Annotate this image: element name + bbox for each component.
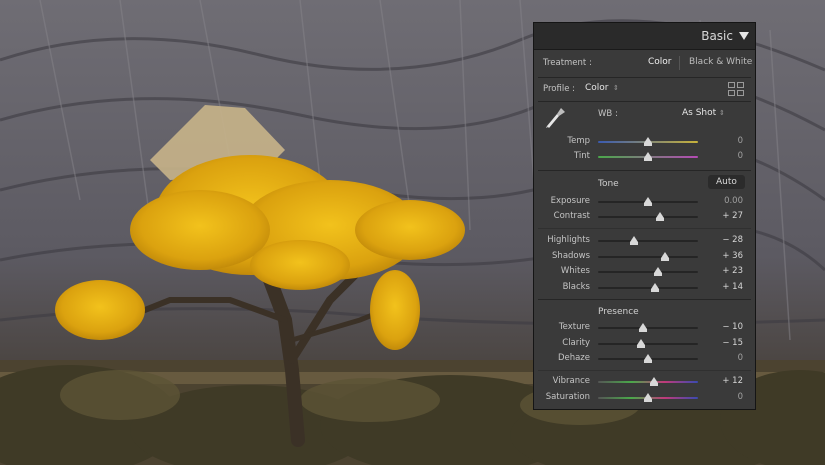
tint-slider-track[interactable] [598, 152, 698, 161]
profile-label: Profile : [543, 84, 575, 94]
dehaze-slider-track[interactable] [598, 354, 698, 363]
slider-value[interactable]: + 23 [722, 266, 743, 276]
slider-row-shadows: Shadows + 36 [534, 250, 755, 264]
slider-row-dehaze: Dehaze 0 [534, 352, 755, 366]
collapse-triangle-icon[interactable] [739, 32, 749, 40]
wb-label: WB : [598, 109, 618, 119]
slider-value[interactable]: 0 [738, 392, 743, 402]
divider [538, 228, 751, 229]
slider-label: Highlights [547, 235, 590, 245]
slider-row-texture: Texture − 10 [534, 321, 755, 335]
slider-value[interactable]: + 27 [722, 211, 743, 221]
slider-label: Shadows [552, 251, 590, 261]
panel-header[interactable]: Basic [534, 23, 755, 50]
divider [538, 77, 751, 78]
treatment-bw-button[interactable]: Black & White [689, 57, 752, 67]
slider-row-blacks: Blacks + 14 [534, 281, 755, 295]
presence-section-title: Presence [598, 307, 639, 317]
saturation-slider-track[interactable] [598, 393, 698, 402]
slider-row-whites: Whites + 23 [534, 265, 755, 279]
slider-label: Texture [558, 322, 590, 332]
slider-label: Vibrance [552, 376, 590, 386]
slider-thumb[interactable] [644, 393, 652, 402]
blacks-slider-track[interactable] [598, 283, 698, 292]
slider-value[interactable]: 0 [738, 151, 743, 161]
slider-row-tint: Tint 0 [534, 150, 755, 164]
slider-row-clarity: Clarity − 15 [534, 337, 755, 351]
slider-value[interactable]: − 15 [722, 338, 743, 348]
wb-row: WB : As Shot ⇕ [534, 105, 755, 131]
slider-row-highlights: Highlights − 28 [534, 234, 755, 248]
exposure-slider-track[interactable] [598, 197, 698, 206]
slider-row-contrast: Contrast + 27 [534, 210, 755, 224]
slider-label: Temp [567, 136, 590, 146]
slider-label: Exposure [550, 196, 590, 206]
slider-thumb[interactable] [630, 236, 638, 245]
treatment-divider [679, 56, 680, 70]
slider-label: Contrast [553, 211, 590, 221]
slider-label: Dehaze [557, 353, 590, 363]
slider-value[interactable]: − 28 [722, 235, 743, 245]
shadows-slider-track[interactable] [598, 252, 698, 261]
divider [538, 101, 751, 102]
slider-thumb[interactable] [661, 252, 669, 261]
contrast-slider-track[interactable] [598, 212, 698, 221]
slider-value[interactable]: + 14 [722, 282, 743, 292]
slider-thumb[interactable] [650, 377, 658, 386]
slider-value[interactable]: 0.00 [724, 196, 743, 206]
treatment-label: Treatment : [543, 58, 592, 68]
texture-slider-track[interactable] [598, 323, 698, 332]
divider [538, 170, 751, 171]
slider-value[interactable]: 0 [738, 353, 743, 363]
slider-thumb[interactable] [644, 197, 652, 206]
highlights-slider-track[interactable] [598, 236, 698, 245]
divider [538, 299, 751, 300]
basic-panel: Basic Treatment : Color Black & White Pr… [533, 22, 756, 410]
profile-browser-grid-icon[interactable] [728, 82, 744, 96]
slider-label: Tint [573, 151, 590, 161]
slider-label: Blacks [562, 282, 590, 292]
slider-thumb[interactable] [654, 267, 662, 276]
slider-label: Whites [560, 266, 590, 276]
profile-dropdown-arrows-icon[interactable]: ⇕ [613, 84, 619, 92]
panel-title: Basic [701, 29, 733, 43]
profile-dropdown[interactable]: Color [585, 83, 609, 93]
clarity-slider-track[interactable] [598, 339, 698, 348]
slider-label: Saturation [545, 392, 590, 402]
slider-value[interactable]: + 36 [722, 251, 743, 261]
eyedropper-icon[interactable] [543, 105, 567, 129]
slider-row-exposure: Exposure 0.00 [534, 195, 755, 209]
tone-section-title: Tone [598, 179, 619, 189]
slider-thumb[interactable] [651, 283, 659, 292]
slider-row-vibrance: Vibrance + 12 [534, 375, 755, 389]
auto-tone-button[interactable]: Auto [708, 175, 745, 189]
slider-row-temp: Temp 0 [534, 135, 755, 149]
slider-value[interactable]: + 12 [722, 376, 743, 386]
wb-dropdown[interactable]: As Shot [682, 108, 716, 118]
slider-thumb[interactable] [656, 212, 664, 221]
treatment-row: Treatment : Color Black & White [534, 56, 755, 72]
whites-slider-track[interactable] [598, 267, 698, 276]
profile-row: Profile : Color ⇕ [534, 82, 755, 98]
slider-thumb[interactable] [637, 339, 645, 348]
slider-value[interactable]: 0 [738, 136, 743, 146]
treatment-color-button[interactable]: Color [648, 57, 672, 67]
slider-row-saturation: Saturation 0 [534, 391, 755, 405]
wb-dropdown-arrows-icon[interactable]: ⇕ [719, 109, 725, 117]
slider-value[interactable]: − 10 [722, 322, 743, 332]
divider [538, 370, 751, 371]
slider-thumb[interactable] [644, 354, 652, 363]
slider-label: Clarity [562, 338, 590, 348]
slider-thumb[interactable] [644, 137, 652, 146]
temp-slider-track[interactable] [598, 137, 698, 146]
slider-thumb[interactable] [644, 152, 652, 161]
vibrance-slider-track[interactable] [598, 377, 698, 386]
slider-thumb[interactable] [639, 323, 647, 332]
